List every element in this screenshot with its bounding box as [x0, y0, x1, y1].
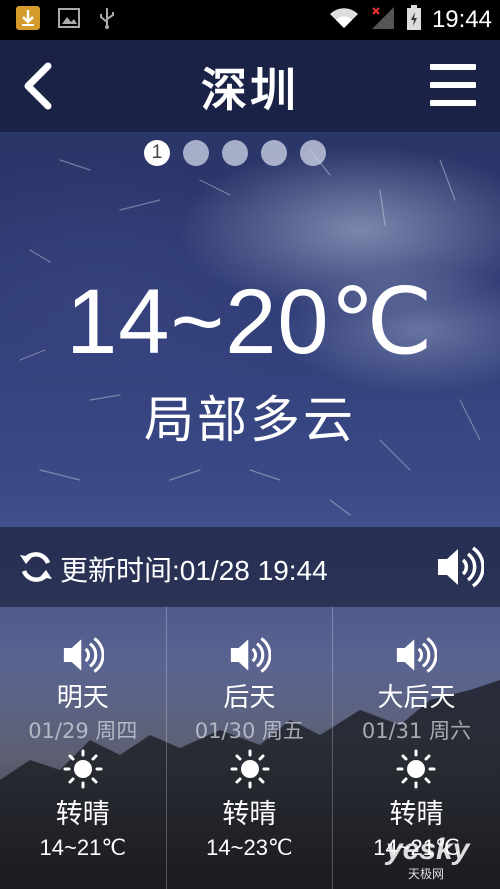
speaker-icon[interactable]: [395, 635, 438, 675]
forecast-temperature: 14~23℃: [206, 835, 293, 860]
forecast-day-label: 后天: [223, 683, 276, 713]
speaker-icon[interactable]: [62, 635, 105, 675]
page-dot-4[interactable]: [261, 140, 287, 166]
forecast-condition: 转晴: [389, 799, 444, 830]
forecast-day-2[interactable]: 后天 01/30 周五 转晴 14~23℃: [167, 607, 334, 889]
page-dot-5[interactable]: [300, 140, 326, 166]
download-icon: [16, 6, 40, 34]
forecast-day-label: 明天: [56, 683, 109, 713]
speaker-icon[interactable]: [229, 635, 272, 675]
menu-button[interactable]: [430, 64, 478, 108]
forecast-day-label: 大后天: [377, 683, 456, 713]
speaker-icon[interactable]: [436, 544, 485, 590]
forecast-date: 01/29 周四: [28, 719, 138, 743]
forecast-condition: 转晴: [222, 799, 277, 830]
signal-icon: [370, 5, 396, 35]
sunny-icon: [396, 749, 436, 789]
page-dot-1[interactable]: 1: [144, 140, 170, 166]
temperature-range: 14~20℃: [66, 271, 434, 373]
page-dot-2[interactable]: [183, 140, 209, 166]
update-bar: 更新时间:01/28 19:44: [0, 527, 500, 607]
header: 深圳: [0, 40, 500, 132]
update-time-text: 更新时间:01/28 19:44: [60, 555, 328, 586]
yesky-watermark-logo: yesky 天极网: [384, 833, 480, 881]
forecast-day-1[interactable]: 明天 01/29 周四 转晴 14~21℃: [0, 607, 167, 889]
watermark-brand: yesky: [386, 833, 470, 866]
refresh-icon[interactable]: [18, 549, 54, 585]
page-dot-3[interactable]: [222, 140, 248, 166]
wifi-icon: [328, 6, 360, 34]
sunny-icon: [63, 749, 103, 789]
city-title: 深圳: [201, 63, 299, 117]
forecast-date: 01/30 周五: [194, 719, 304, 743]
forecast-condition: 转晴: [55, 799, 110, 830]
image-icon: [58, 8, 80, 32]
forecast-temperature: 14~21℃: [39, 835, 127, 860]
watermark-sub: 天极网: [408, 867, 445, 881]
usb-icon: [98, 6, 116, 34]
status-time: 19:44: [431, 6, 492, 33]
battery-icon: [406, 5, 422, 35]
weather-condition: 局部多云: [144, 391, 356, 449]
sunny-icon: [230, 749, 270, 789]
page-indicator: 1: [144, 140, 326, 166]
status-bar: 19:44: [0, 0, 500, 40]
menu-icon: [430, 64, 476, 70]
forecast-date: 01/31 周六: [361, 719, 472, 743]
